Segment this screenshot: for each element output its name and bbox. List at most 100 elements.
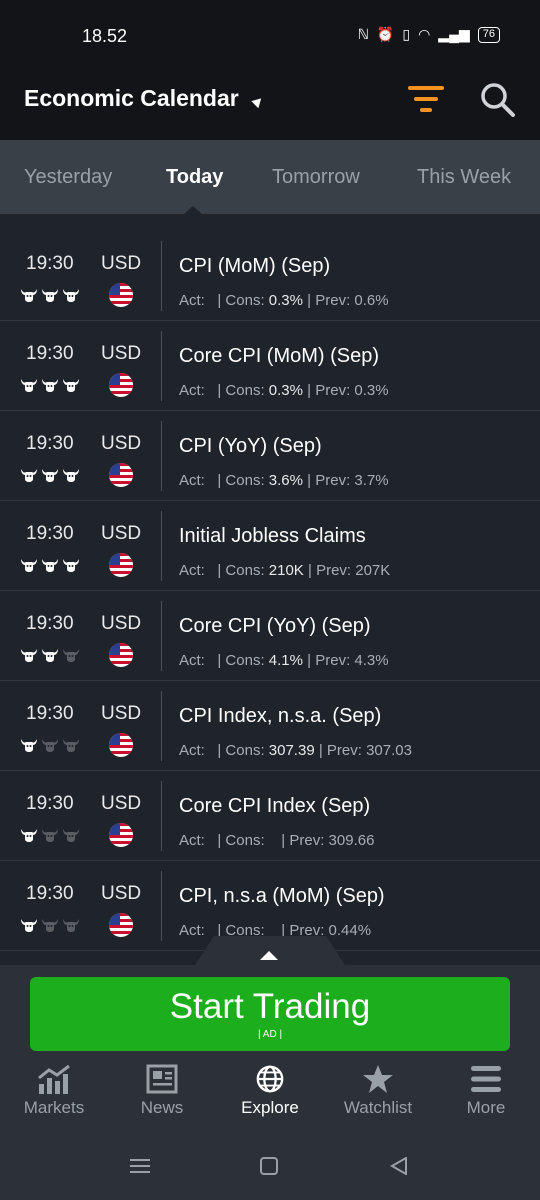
importance-rating: [20, 827, 80, 843]
bull-icon: [63, 379, 79, 392]
event-currency: USD: [101, 793, 142, 814]
actual-label: Act:: [179, 742, 205, 759]
nav-explore[interactable]: Explore: [216, 1060, 324, 1118]
event-name: CPI (MoM) (Sep): [179, 255, 331, 277]
actual-label: Act:: [179, 652, 205, 669]
wifi-icon: ◠: [418, 26, 431, 42]
app-header: Economic Calendar: [0, 58, 540, 140]
page-title: Economic Calendar: [24, 85, 239, 111]
consensus-value: 3.6%: [268, 472, 303, 489]
us-flag-icon: [109, 823, 133, 847]
event-name: Core CPI Index (Sep): [179, 795, 371, 817]
bull-icon: [21, 559, 37, 572]
event-time: 19:30: [26, 523, 74, 544]
actual-label: Act:: [179, 922, 205, 939]
home-icon[interactable]: [260, 1157, 278, 1175]
row-divider: [161, 691, 162, 761]
event-row[interactable]: 19:30 USD Initial Jobless Claims Act: | …: [0, 501, 540, 591]
event-time: 19:30: [26, 883, 74, 904]
consensus-label: | Cons:: [217, 382, 265, 399]
row-divider: [161, 511, 162, 581]
bull-icon: [21, 739, 37, 752]
importance-rating: [20, 647, 80, 663]
tab-tomorrow[interactable]: Tomorrow: [272, 166, 360, 189]
star-icon: [363, 1065, 393, 1093]
previous-label: | Prev:: [307, 652, 351, 669]
search-icon[interactable]: [480, 82, 516, 118]
consensus-label: | Cons:: [217, 472, 265, 489]
bull-icon: [21, 469, 37, 482]
bull-icon: [63, 829, 79, 842]
bull-icon: [63, 649, 79, 662]
event-name: Core CPI (YoY) (Sep): [179, 615, 371, 637]
event-row[interactable]: 19:30 USD Core CPI (YoY) (Sep) Act: | Co…: [0, 591, 540, 681]
nav-news-label: News: [140, 1098, 184, 1117]
globe-icon: [256, 1065, 284, 1093]
actual-label: Act:: [179, 832, 205, 849]
event-time: 19:30: [26, 793, 74, 814]
nav-markets[interactable]: Markets: [0, 1060, 108, 1118]
consensus-label: | Cons:: [217, 562, 265, 579]
consensus-value: 307.39: [268, 742, 315, 759]
consensus-value: 0.3%: [268, 382, 303, 399]
status-bar: 18.52 ℕ ⏰ ▯ ◠ ▂▄▆ 76: [0, 0, 540, 58]
row-divider: [161, 241, 162, 311]
event-name: CPI Index, n.s.a. (Sep): [179, 705, 382, 727]
importance-rating: [20, 737, 80, 753]
event-name: CPI (YoY) (Sep): [179, 435, 322, 457]
nav-more-label: More: [466, 1098, 506, 1117]
tab-today[interactable]: Today: [166, 166, 223, 189]
row-divider: [161, 601, 162, 671]
nav-watchlist[interactable]: Watchlist: [324, 1060, 432, 1118]
us-flag-icon: [109, 463, 133, 487]
consensus-label: | Cons:: [217, 292, 265, 309]
event-row[interactable]: 19:30 USD Core CPI (MoM) (Sep) Act: | Co…: [0, 321, 540, 411]
dropdown-caret-icon: [251, 94, 265, 109]
tab-this-week[interactable]: This Week: [417, 166, 511, 189]
us-flag-icon: [109, 373, 133, 397]
filter-icon[interactable]: [408, 84, 444, 114]
bull-icon: [42, 289, 58, 302]
menu-icon: [471, 1066, 501, 1092]
event-values: Act: | Cons: 4.1% | Prev: 4.3%: [179, 652, 389, 669]
previous-value: 4.3%: [354, 652, 389, 669]
row-divider: [161, 781, 162, 851]
previous-value: 3.7%: [354, 472, 389, 489]
row-divider: [161, 871, 162, 941]
consensus-value: 210K: [268, 562, 304, 579]
us-flag-icon: [109, 643, 133, 667]
nav-watchlist-label: Watchlist: [343, 1098, 413, 1117]
bull-icon: [42, 469, 58, 482]
news-icon: [146, 1064, 178, 1094]
previous-label: | Prev:: [307, 382, 351, 399]
event-row[interactable]: 19:30 USD CPI Index, n.s.a. (Sep) Act: |…: [0, 681, 540, 771]
chevron-up-icon[interactable]: [260, 951, 278, 960]
nav-markets-label: Markets: [23, 1098, 85, 1117]
tab-yesterday[interactable]: Yesterday: [24, 166, 112, 189]
previous-label: | Prev:: [307, 472, 351, 489]
importance-rating: [20, 377, 80, 393]
event-row[interactable]: 19:30 USD CPI (MoM) (Sep) Act: | Cons: 0…: [0, 231, 540, 321]
nav-more[interactable]: More: [432, 1060, 540, 1118]
event-row[interactable]: 19:30 USD CPI (YoY) (Sep) Act: | Cons: 3…: [0, 411, 540, 501]
event-list[interactable]: 19:30 USD CPI (MoM) (Sep) Act: | Cons: 0…: [0, 214, 540, 970]
event-values: Act: | Cons: | Prev: 309.66: [179, 832, 374, 849]
back-icon[interactable]: [390, 1157, 408, 1175]
actual-label: Act:: [179, 292, 205, 309]
bull-icon: [21, 379, 37, 392]
bull-icon: [21, 289, 37, 302]
event-row[interactable]: 19:30 USD Core CPI Index (Sep) Act: | Co…: [0, 771, 540, 861]
previous-label: | Prev:: [307, 292, 351, 309]
event-time: 19:30: [26, 253, 74, 274]
bull-icon: [42, 829, 58, 842]
alarm-icon: ⏰: [376, 26, 395, 42]
start-trading-button[interactable]: Start Trading | AD |: [30, 977, 510, 1051]
nav-news[interactable]: News: [108, 1060, 216, 1118]
recent-apps-icon[interactable]: [130, 1158, 150, 1174]
bull-icon: [63, 469, 79, 482]
vibrate-icon: ▯: [402, 26, 411, 42]
previous-value: 207K: [355, 562, 391, 579]
calendar-title-dropdown[interactable]: Economic Calendar: [24, 85, 265, 112]
bull-icon: [63, 289, 79, 302]
ad-label: | AD |: [257, 1029, 283, 1040]
